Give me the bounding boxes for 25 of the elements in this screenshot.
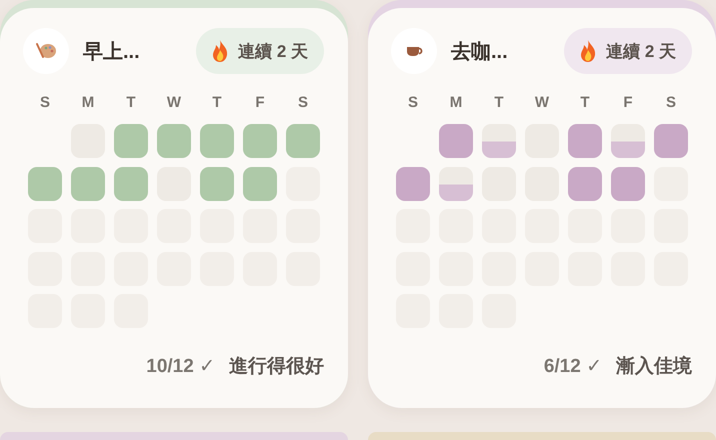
habit-card[interactable]	[368, 432, 716, 440]
streak-badge: 連續 2 天	[196, 28, 324, 74]
progress-score: 10/12 ✓	[146, 354, 215, 378]
weekday-label: W	[166, 94, 182, 112]
weekday-label: T	[579, 94, 591, 112]
weekday-label: M	[448, 94, 464, 112]
weekday-label: W	[534, 94, 550, 112]
weekday-label: S	[38, 94, 51, 112]
weekday-label: T	[211, 94, 223, 112]
habit-title: 早上...	[83, 40, 140, 64]
weekday-label: S	[296, 94, 309, 112]
habit-card[interactable]: 早上... 連續 2 天 S M T W T F S 10/12 ✓ 進行得很好	[0, 0, 348, 408]
streak-badge: 連續 2 天	[564, 28, 692, 74]
weekday-label: T	[493, 94, 505, 112]
habit-title: 去咖...	[451, 40, 508, 64]
habit-card[interactable]: 去咖... 連續 2 天 S M T W T F S 6/12 ✓ 漸入佳境	[368, 0, 716, 408]
progress-message: 進行得很好	[229, 355, 324, 379]
progress-score: 6/12 ✓	[544, 354, 602, 378]
weekday-label: S	[664, 94, 677, 112]
weekday-label: M	[80, 94, 96, 112]
weekday-label: F	[622, 94, 634, 112]
weekday-label: S	[406, 94, 419, 112]
weekday-label: T	[125, 94, 137, 112]
weekday-label: F	[254, 94, 266, 112]
progress-message: 漸入佳境	[616, 354, 692, 379]
